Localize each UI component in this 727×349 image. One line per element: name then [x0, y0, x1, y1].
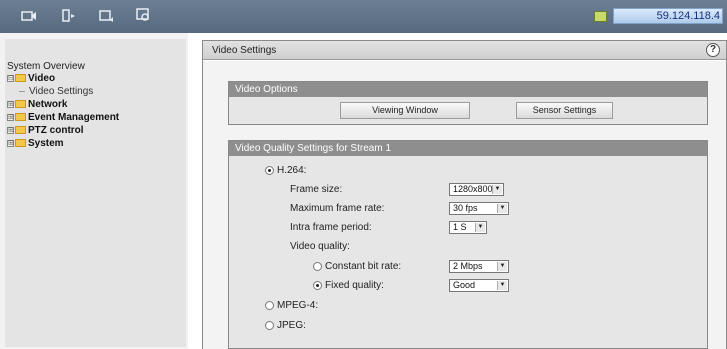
expand-icon[interactable]: ⊞	[7, 113, 14, 121]
zoom-icon[interactable]	[136, 8, 152, 23]
h264-label: H.264:	[277, 164, 307, 176]
main-panel: Video Settings ? Video Options Viewing W…	[202, 40, 727, 349]
main-header: Video Settings ?	[203, 41, 726, 60]
collapse-icon[interactable]: ⊟	[7, 74, 14, 82]
folder-icon	[15, 113, 26, 121]
chevron-down-icon: ▼	[492, 185, 502, 194]
ip-address: 59.124.118.4	[613, 8, 723, 24]
record-icon[interactable]	[61, 8, 77, 23]
folder-open-icon	[15, 74, 26, 82]
fixed-quality-radio[interactable]	[313, 280, 322, 290]
cbr-option[interactable]: Constant bit rate:	[313, 259, 401, 273]
help-icon[interactable]: ?	[706, 43, 720, 57]
sidebar-item-ptz-control[interactable]: ⊞ PTZ control	[7, 124, 84, 136]
network-status-icon	[594, 10, 607, 22]
expand-icon[interactable]: ⊞	[7, 100, 14, 108]
ip-indicator: 59.124.118.4	[594, 8, 723, 24]
system-overview-link[interactable]: System Overview	[7, 61, 85, 72]
jpeg-option[interactable]: JPEG:	[265, 318, 306, 332]
expand-icon[interactable]: ⊞	[7, 139, 14, 147]
video-quality-label: Video quality:	[290, 240, 350, 252]
fixed-quality-label: Fixed quality:	[325, 279, 384, 291]
sidebar-item-label: System	[28, 137, 64, 149]
mpeg4-option[interactable]: MPEG-4:	[265, 298, 318, 312]
mpeg4-radio[interactable]	[265, 300, 274, 310]
sidebar-item-network[interactable]: ⊞ Network	[7, 98, 67, 110]
frame-size-label: Frame size:	[290, 183, 343, 195]
sidebar-item-label: PTZ control	[28, 124, 84, 136]
chevron-down-icon: ▼	[497, 281, 507, 290]
max-frame-rate-label: Maximum frame rate:	[290, 202, 385, 214]
intra-frame-period-select[interactable]: 1 S ▼	[449, 221, 487, 234]
chevron-down-icon: ▼	[497, 262, 507, 271]
panel-header: Video Quality Settings for Stream 1	[229, 141, 707, 156]
sidebar-item-label: Network	[28, 98, 68, 110]
sidebar-item-video[interactable]: ⊟ Video	[7, 72, 55, 84]
fixed-quality-select[interactable]: Good ▼	[449, 279, 509, 292]
chevron-down-icon: ▼	[497, 204, 507, 213]
video-quality-panel: Video Quality Settings for Stream 1 H.26…	[228, 140, 708, 349]
sidebar-item-event-management[interactable]: ⊞ Event Management	[7, 111, 119, 123]
max-frame-rate-select[interactable]: 30 fps ▼	[449, 202, 509, 215]
jpeg-label: JPEG:	[277, 319, 306, 331]
video-options-panel: Video Options Viewing Window Sensor Sett…	[228, 81, 708, 125]
expand-icon[interactable]: ⊞	[7, 126, 14, 134]
viewing-window-button[interactable]: Viewing Window	[340, 102, 470, 119]
folder-icon	[15, 126, 26, 134]
frame-size-select[interactable]: 1280x800 ▼	[449, 183, 504, 196]
main-body: Video Options Viewing Window Sensor Sett…	[203, 61, 726, 349]
sidebar-panel: System Overview ⊟ Video Video Settings ⊞…	[5, 39, 186, 347]
sidebar-item-video-settings[interactable]: Video Settings	[19, 85, 93, 97]
panel-header: Video Options	[229, 82, 707, 97]
snapshot-icon[interactable]	[99, 8, 115, 23]
sensor-settings-button[interactable]: Sensor Settings	[516, 102, 613, 119]
h264-radio[interactable]	[265, 165, 274, 175]
sidebar-item-label: Video	[28, 72, 56, 84]
intra-frame-period-label: Intra frame period:	[290, 221, 372, 233]
mpeg4-label: MPEG-4:	[277, 299, 319, 311]
cbr-radio[interactable]	[313, 261, 322, 271]
cbr-select[interactable]: 2 Mbps ▼	[449, 260, 509, 273]
h264-option[interactable]: H.264:	[265, 163, 306, 177]
top-toolbar: 59.124.118.4	[0, 0, 727, 33]
jpeg-radio[interactable]	[265, 320, 274, 330]
cbr-label: Constant bit rate:	[325, 260, 402, 272]
chevron-down-icon: ▼	[475, 223, 485, 232]
fixed-quality-option[interactable]: Fixed quality:	[313, 278, 384, 292]
camera-icon[interactable]	[21, 8, 37, 23]
folder-icon	[15, 100, 26, 108]
page-title: Video Settings	[212, 45, 277, 56]
folder-icon	[15, 139, 26, 147]
sidebar-item-label: Event Management	[28, 111, 120, 123]
sidebar: System Overview ⊟ Video Video Settings ⊞…	[0, 33, 188, 349]
sidebar-item-label: Video Settings	[29, 85, 94, 97]
sidebar-item-system[interactable]: ⊞ System	[7, 137, 64, 149]
